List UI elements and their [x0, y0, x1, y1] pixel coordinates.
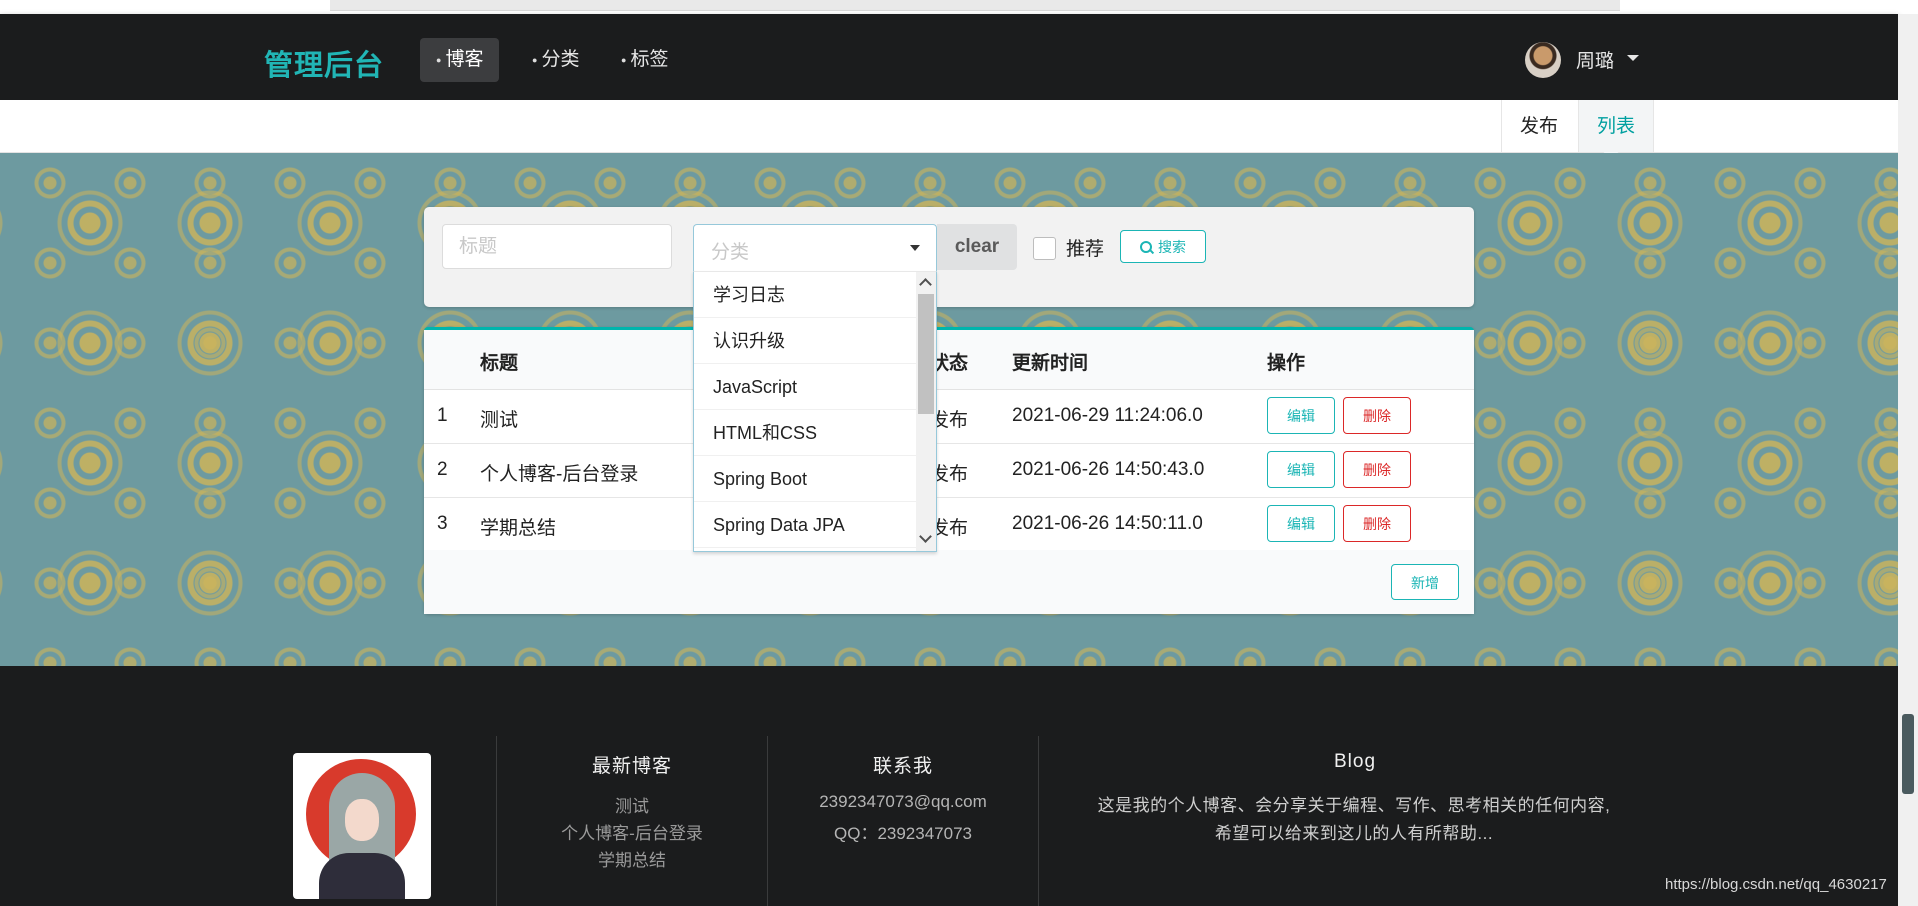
edit-button[interactable]: 编辑: [1267, 505, 1335, 542]
footer-divider: [1038, 736, 1039, 906]
footer-link[interactable]: 个人博客-后台登录: [532, 819, 732, 844]
nav-item-category[interactable]: ● 分类: [516, 38, 595, 82]
dropdown-scroll-thumb[interactable]: [918, 294, 934, 414]
nav-item-label: 分类: [541, 49, 580, 71]
dropdown-option[interactable]: HTML和CSS: [694, 410, 917, 456]
delete-button[interactable]: 删除: [1343, 451, 1411, 488]
brand-title[interactable]: 管理后台: [264, 42, 384, 84]
nav-item-label: 博客: [445, 49, 484, 71]
row-title: 个人博客-后台登录: [480, 464, 639, 485]
clear-button[interactable]: clear: [937, 224, 1017, 270]
top-navbar: 管理后台 ● 博客 ● 分类 ● 标签 周璐: [0, 14, 1898, 100]
row-title: 学期总结: [480, 518, 557, 539]
dot-icon: ●: [532, 55, 538, 65]
page-scrollbar[interactable]: [1898, 14, 1918, 906]
search-panel: 分类 clear 推荐 搜索: [424, 207, 1474, 307]
contact-title: 联系我: [873, 756, 934, 777]
row-index: 2: [437, 459, 448, 480]
footer-illustration: [293, 753, 431, 899]
table-row: 1 测试 发布 2021-06-29 11:24:06.0 编辑 删除: [424, 390, 1474, 444]
page-footer: 最新博客 测试 个人博客-后台登录 学期总结 联系我 2392347073@qq…: [0, 666, 1898, 906]
illustration-body: [319, 853, 405, 899]
footer-link[interactable]: 测试: [532, 792, 732, 817]
nav-item-tag[interactable]: ● 标签: [605, 38, 684, 82]
dropdown-option[interactable]: Spring Data JPA: [694, 502, 917, 548]
delete-button[interactable]: 删除: [1343, 505, 1411, 542]
blog-desc-line-1: 这是我的个人博客、会分享关于编程、写作、思考相关的任何内容,: [1097, 796, 1611, 815]
title-search-input[interactable]: [442, 224, 672, 269]
dot-icon: ●: [436, 55, 442, 65]
contact-email: 2392347073@qq.com: [819, 792, 987, 811]
table-row: 3 学期总结 发布 2021-06-26 14:50:11.0 编辑 删除: [424, 498, 1474, 552]
add-blog-button[interactable]: 新增: [1391, 564, 1459, 600]
search-button-label: 搜索: [1158, 239, 1186, 255]
table-footer: 新增: [424, 550, 1474, 614]
footer-link[interactable]: 学期总结: [532, 846, 732, 871]
browser-top-strip: [0, 0, 1918, 14]
chevron-up-icon[interactable]: [919, 278, 932, 291]
dropdown-option[interactable]: 认识升级: [694, 318, 917, 364]
category-dropdown-menu: 学习日志 认识升级 JavaScript HTML和CSS Spring Boo…: [693, 271, 937, 552]
user-name[interactable]: 周璐: [1576, 46, 1614, 73]
chevron-down-icon[interactable]: [919, 530, 932, 543]
sub-menu: 发布 列表: [0, 100, 1898, 153]
edit-button[interactable]: 编辑: [1267, 451, 1335, 488]
table-row: 2 个人博客-后台登录 发布 2021-06-26 14:50:43.0 编辑 …: [424, 444, 1474, 498]
delete-button[interactable]: 删除: [1343, 397, 1411, 434]
blog-table: 标题 状态 更新时间 操作 1 测试 发布 2021-06-29 11:24:0…: [424, 327, 1474, 614]
blog-title: Blog: [1334, 751, 1377, 772]
table-header: 标题 状态 更新时间 操作: [424, 330, 1474, 390]
illustration-face: [345, 799, 379, 841]
submenu-publish[interactable]: 发布: [1501, 100, 1576, 152]
avatar[interactable]: [1525, 42, 1561, 78]
nav-item-blog[interactable]: ● 博客: [420, 38, 500, 82]
search-icon: [1140, 241, 1152, 253]
blog-description: 这是我的个人博客、会分享关于编程、写作、思考相关的任何内容, 希望可以给来到这儿…: [1064, 792, 1644, 848]
row-index: 1: [437, 405, 448, 426]
dot-icon: ●: [621, 55, 627, 65]
recommend-label[interactable]: 推荐: [1066, 234, 1104, 261]
nav-item-label: 标签: [630, 49, 669, 71]
dropdown-scrollbar[interactable]: [916, 272, 936, 551]
chevron-down-icon[interactable]: [1627, 55, 1639, 61]
blog-desc-line-2: 希望可以给来到这儿的人有所帮助...: [1214, 824, 1494, 843]
dropdown-caret-icon[interactable]: [910, 245, 920, 251]
search-button[interactable]: 搜索: [1120, 230, 1206, 263]
row-title: 测试: [480, 410, 519, 431]
browser-address-bar: [330, 0, 1620, 11]
footer-divider: [767, 736, 768, 906]
contact-qq: QQ：2392347073: [834, 824, 972, 843]
scrollbar-thumb[interactable]: [1902, 714, 1914, 794]
row-index: 3: [437, 513, 448, 534]
submenu-list[interactable]: 列表: [1578, 100, 1655, 152]
header-title: 标题: [480, 353, 519, 374]
watermark: https://blog.csdn.net/qq_4630217: [1665, 876, 1887, 893]
category-placeholder: 分类: [711, 242, 750, 263]
dropdown-option[interactable]: 学习日志: [694, 272, 917, 318]
category-dropdown[interactable]: 分类: [693, 224, 937, 271]
row-updated: 2021-06-26 14:50:11.0: [1012, 513, 1203, 534]
footer-divider: [496, 736, 497, 906]
recommend-checkbox[interactable]: [1033, 237, 1056, 260]
latest-blogs-title: 最新博客: [592, 756, 673, 777]
dropdown-option[interactable]: JavaScript: [694, 364, 917, 410]
header-actions: 操作: [1267, 353, 1306, 374]
row-updated: 2021-06-29 11:24:06.0: [1012, 405, 1203, 426]
dropdown-option[interactable]: Spring Boot: [694, 456, 917, 502]
row-updated: 2021-06-26 14:50:43.0: [1012, 459, 1205, 480]
edit-button[interactable]: 编辑: [1267, 397, 1335, 434]
header-updated: 更新时间: [1012, 353, 1089, 374]
